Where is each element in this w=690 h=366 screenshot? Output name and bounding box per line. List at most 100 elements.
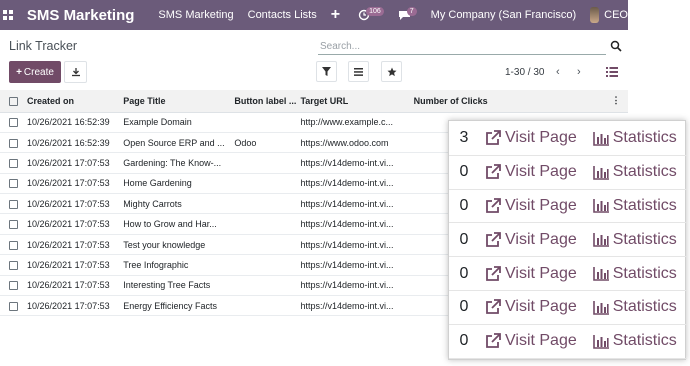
visit-page-label: Visit Page: [505, 298, 577, 316]
visit-page-button[interactable]: Visit Page: [485, 298, 577, 316]
clicks-row: 3 Visit Page Statistics: [449, 122, 687, 156]
created-on-cell: 10/26/2021 16:52:39: [22, 112, 122, 133]
plus-icon: +: [16, 66, 22, 78]
statistics-button[interactable]: Statistics: [592, 196, 677, 215]
app-menu-icon[interactable]: [0, 0, 17, 30]
created-on-cell: 10/26/2021 17:07:53: [22, 152, 122, 174]
statistics-label: Statistics: [612, 196, 677, 214]
star-icon: [387, 67, 396, 76]
column-page-title[interactable]: Page Title: [121, 90, 229, 113]
search-input[interactable]: Search...: [318, 39, 606, 55]
filter-button[interactable]: [316, 61, 337, 82]
list-view-icon[interactable]: [606, 67, 618, 77]
page-title-cell: How to Grow and Har...: [121, 213, 229, 235]
button-label-cell: Odoo: [228, 132, 297, 154]
column-number-of-clicks[interactable]: Number of Clicks: [403, 90, 604, 113]
page-title-cell: Mighty Carrots: [121, 193, 229, 215]
select-all-checkbox[interactable]: [0, 90, 23, 113]
plus-icon[interactable]: +: [331, 6, 340, 24]
row-checkbox[interactable]: [0, 275, 23, 297]
row-checkbox[interactable]: [0, 152, 23, 174]
search-icon[interactable]: [610, 40, 622, 52]
button-label-cell: [228, 193, 297, 215]
create-button[interactable]: + Create: [9, 61, 61, 83]
visit-page-button[interactable]: Visit Page: [485, 332, 577, 350]
filter-icon: [322, 67, 331, 76]
created-on-cell: 10/26/2021 17:07:53: [22, 275, 122, 297]
visit-page-button[interactable]: Visit Page: [485, 163, 577, 181]
user-menu[interactable]: CEO: [604, 9, 628, 21]
page-title-cell: Energy Efficiency Facts: [121, 295, 229, 317]
export-button[interactable]: [64, 61, 87, 83]
app-brand[interactable]: SMS Marketing: [27, 7, 135, 24]
optional-columns-icon[interactable]: ⋮: [603, 90, 628, 113]
activity-button[interactable]: 106: [358, 6, 384, 21]
target-url-cell: https://v14demo-int.vi...: [296, 193, 404, 215]
menu-contacts-lists[interactable]: Contacts Lists: [248, 9, 317, 21]
bar-chart-icon: [592, 233, 609, 248]
statistics-label: Statistics: [612, 264, 677, 282]
row-checkbox[interactable]: [0, 295, 23, 317]
visit-page-label: Visit Page: [505, 230, 577, 248]
external-link-icon: [486, 265, 501, 281]
bar-chart-icon: [592, 199, 609, 214]
external-link-icon: [486, 130, 501, 146]
target-url-cell: https://v14demo-int.vi...: [296, 173, 404, 195]
statistics-button[interactable]: Statistics: [592, 230, 677, 249]
pager-next-button[interactable]: ›: [577, 66, 581, 78]
bar-chart-icon: [592, 165, 609, 180]
favorites-button[interactable]: [381, 61, 402, 82]
external-link-icon: [486, 333, 501, 349]
target-url-cell: https://v14demo-int.vi...: [296, 234, 404, 256]
statistics-button[interactable]: Statistics: [592, 332, 677, 350]
button-label-cell: [228, 234, 297, 256]
messages-button[interactable]: 7: [398, 6, 417, 21]
statistics-label: Statistics: [612, 230, 677, 248]
column-button-label[interactable]: Button label ...: [228, 90, 297, 113]
download-icon: [71, 68, 80, 77]
statistics-button[interactable]: Statistics: [592, 163, 677, 181]
bar-chart-icon: [592, 334, 609, 349]
row-checkbox[interactable]: [0, 132, 23, 154]
statistics-button[interactable]: Statistics: [592, 264, 677, 283]
main-navbar: SMS Marketing SMS Marketing Contacts Lis…: [0, 0, 628, 30]
click-count: 0: [459, 298, 469, 316]
pager-value[interactable]: 1-30 / 30: [505, 67, 544, 78]
external-link-icon: [486, 198, 501, 213]
bar-chart-icon: [592, 300, 609, 315]
visit-page-button[interactable]: Visit Page: [485, 129, 577, 147]
row-checkbox[interactable]: [0, 234, 23, 256]
clicks-row: 0 Visit Page Statistics: [449, 156, 687, 190]
target-url-cell: http://www.example.c...: [296, 112, 404, 133]
row-checkbox[interactable]: [0, 213, 23, 235]
message-count-badge: 7: [406, 6, 417, 16]
click-count: 0: [459, 332, 469, 350]
created-on-cell: 10/26/2021 17:07:53: [22, 173, 122, 195]
click-count: 0: [459, 264, 469, 282]
visit-page-button[interactable]: Visit Page: [485, 197, 577, 215]
menu-sms-marketing[interactable]: SMS Marketing: [158, 9, 233, 21]
button-label-cell: [228, 295, 297, 317]
row-checkbox[interactable]: [0, 112, 23, 133]
avatar[interactable]: [590, 7, 600, 23]
table-header-row: Created on Page Title Button label ... T…: [0, 90, 628, 113]
clicks-actions-zoom: 3 Visit Page Statistics 0 Visit Page Stat…: [448, 120, 687, 360]
click-count: 0: [459, 230, 469, 248]
row-checkbox[interactable]: [0, 193, 23, 215]
group-by-button[interactable]: [348, 61, 369, 82]
company-switcher[interactable]: My Company (San Francisco): [431, 9, 577, 21]
column-target-url[interactable]: Target URL: [296, 90, 404, 113]
row-checkbox[interactable]: [0, 173, 23, 195]
bar-chart-icon: [592, 131, 609, 146]
statistics-button[interactable]: Statistics: [592, 129, 677, 147]
pager-previous-button[interactable]: ‹: [556, 66, 560, 78]
button-label-cell: [228, 173, 297, 195]
statistics-button[interactable]: Statistics: [592, 298, 677, 316]
visit-page-button[interactable]: Visit Page: [485, 265, 577, 283]
row-checkbox[interactable]: [0, 254, 23, 276]
statistics-label: Statistics: [612, 129, 677, 147]
external-link-icon: [486, 299, 501, 315]
visit-page-button[interactable]: Visit Page: [485, 231, 577, 249]
button-label-cell: [228, 112, 297, 133]
column-created-on[interactable]: Created on: [22, 90, 122, 113]
